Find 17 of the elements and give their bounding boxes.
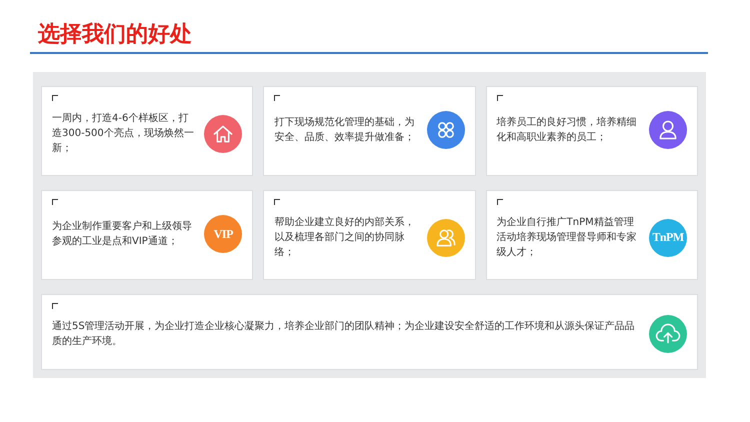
benefit-text: 通过5S管理活动开展，为企业打造企业核心凝聚力，培养企业部门的团队精神；为企业建设安全舒适的工作环境和从源头保证产品品质的生产环境。 bbox=[52, 320, 636, 349]
corner-mark-icon bbox=[496, 199, 503, 205]
benefit-text: 培养员工的良好习惯，培养精细化和高职业素养的员工； bbox=[496, 116, 638, 145]
section-title: 选择我们的好处 bbox=[38, 21, 193, 49]
corner-mark-icon bbox=[52, 95, 58, 101]
benefit-text: 一周内，打造4-6个样板区，打造300-500个亮点，现场焕然一新； bbox=[52, 112, 195, 156]
benefit-text: 为企业制作重要客户和上级领导参观的工业是点和VIP通道； bbox=[52, 220, 193, 249]
benefit-text: 帮助企业建立良好的内部关系，以及梳理各部门之间的协同脉络； bbox=[274, 216, 416, 260]
benefit-text: 打下现场规范化管理的基础，为安全、品质、效率提升做准备； bbox=[274, 116, 416, 145]
badge-icon: VIP bbox=[204, 215, 242, 253]
corner-mark-icon bbox=[274, 199, 280, 205]
corner-mark-icon bbox=[496, 95, 503, 101]
benefit-text: 为企业自行推广TnPM精益管理活动培养现场管理督导师和专家级人才； bbox=[496, 216, 638, 260]
badge-icon: TnPM bbox=[648, 218, 687, 256]
corner-mark-icon bbox=[274, 95, 280, 101]
corner-mark-icon bbox=[52, 303, 58, 309]
corner-mark-icon bbox=[52, 199, 58, 205]
